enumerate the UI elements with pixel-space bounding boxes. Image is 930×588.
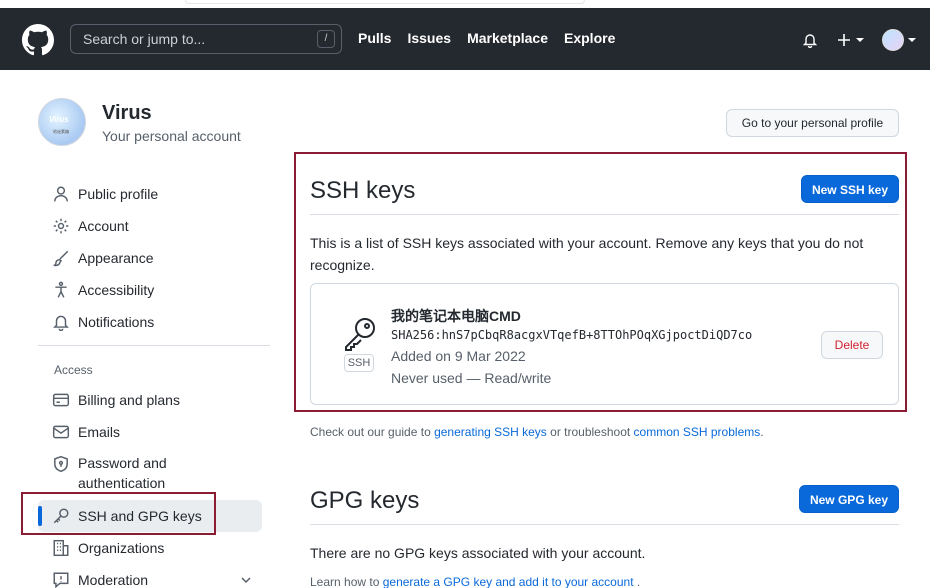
ssh-badge: SSH <box>344 354 374 372</box>
ssh-key-fingerprint: SHA256:hnS7pCbqR8acgxVTqefB+8TTOhPOqXGjp… <box>391 328 753 342</box>
new-ssh-key-button[interactable]: New SSH key <box>801 175 899 203</box>
ssh-key-usage: Never used — Read/write <box>391 370 552 386</box>
key-icon <box>345 318 375 351</box>
ssh-key-added-date: Added on 9 Mar 2022 <box>391 348 526 364</box>
bell-icon[interactable] <box>802 32 818 48</box>
sidebar-item-accessibility[interactable]: Accessibility <box>52 279 154 301</box>
search-shortcut-badge: / <box>317 30 335 48</box>
ssh-section-title: SSH keys <box>310 177 416 204</box>
header-actions <box>802 29 916 51</box>
ssh-key-card: SSH 我的笔记本电脑CMD SHA256:hnS7pCbqR8acgxVTqe… <box>310 283 899 405</box>
sidebar-item-label-line2: authentication <box>78 475 166 491</box>
header-nav: Pulls Issues Marketplace Explore <box>358 30 615 46</box>
sidebar-item-moderation[interactable]: Moderation <box>52 569 148 588</box>
new-gpg-key-button[interactable]: New GPG key <box>799 485 899 513</box>
gpg-empty-message: There are no GPG keys associated with yo… <box>310 545 646 561</box>
sidebar-item-appearance[interactable]: Appearance <box>52 247 154 269</box>
sidebar-item-emails[interactable]: Emails <box>52 421 120 443</box>
nav-marketplace[interactable]: Marketplace <box>467 30 548 46</box>
credit-card-icon <box>52 393 70 407</box>
sidebar-item-label: Notifications <box>78 314 155 330</box>
browser-top-strip <box>0 0 930 8</box>
sidebar-item-label: Public profile <box>78 186 159 202</box>
gpg-title-divider <box>310 524 899 525</box>
create-new-menu[interactable] <box>836 32 864 48</box>
paintbrush-icon <box>53 250 69 267</box>
delete-ssh-key-button[interactable]: Delete <box>821 331 883 359</box>
avatar <box>882 29 904 51</box>
accessibility-icon <box>55 281 67 298</box>
mail-icon <box>52 425 70 439</box>
sidebar-item-label-line1: Password and <box>78 455 167 471</box>
sidebar-item-label: Appearance <box>78 250 154 266</box>
annotation-highlight-sidebar <box>21 492 216 535</box>
sidebar-item-label: Organizations <box>78 540 165 556</box>
sidebar-item-label: Accessibility <box>78 282 155 298</box>
ssh-title-divider <box>310 214 899 215</box>
avatar-text: Virus <box>49 115 69 124</box>
ssh-description: This is a list of SSH keys associated wi… <box>310 235 864 273</box>
avatar-subtext: 地迷素编 <box>53 129 69 134</box>
guide-prefix: Check out our guide to <box>310 425 435 439</box>
nav-pulls[interactable]: Pulls <box>358 30 391 46</box>
github-logo-icon[interactable] <box>22 24 54 56</box>
sidebar-divider <box>38 345 270 346</box>
ssh-guide-text: Check out our guide to generating SSH ke… <box>310 425 764 439</box>
gpg-section-title: GPG keys <box>310 487 420 514</box>
sidebar-item-public-profile[interactable]: Public profile <box>52 183 158 205</box>
sidebar-item-account[interactable]: Account <box>52 215 129 237</box>
chevron-down-icon <box>908 38 916 42</box>
nav-issues[interactable]: Issues <box>407 30 451 46</box>
search-input[interactable]: Search or jump to... / <box>70 24 342 54</box>
sidebar-heading-access: Access <box>54 363 93 377</box>
chevron-down-icon <box>856 38 864 42</box>
chevron-down-icon[interactable] <box>240 574 252 586</box>
sidebar-item-label-multiline: Password and authentication <box>78 453 167 493</box>
organization-icon <box>53 539 69 557</box>
guide-middle: or troubleshoot <box>546 425 634 439</box>
sidebar-item-label: Emails <box>78 424 121 440</box>
sidebar-item-billing[interactable]: Billing and plans <box>52 389 180 411</box>
generate-gpg-key-link[interactable]: generate a GPG key and add it to your ac… <box>383 575 634 588</box>
global-header: Search or jump to... / Pulls Issues Mark… <box>0 8 930 70</box>
learn-prefix: Learn how to <box>310 575 383 588</box>
sidebar-item-label: Account <box>78 218 129 234</box>
sidebar-item-notifications[interactable]: Notifications <box>52 311 154 333</box>
nav-explore[interactable]: Explore <box>564 30 615 46</box>
user-menu[interactable] <box>882 29 916 51</box>
ssh-key-title: 我的笔记本电脑CMD <box>391 308 521 324</box>
profile-subtitle: Your personal account <box>102 128 241 144</box>
search-placeholder: Search or jump to... <box>83 31 206 47</box>
shield-lock-icon <box>54 455 68 473</box>
bell-icon <box>53 315 69 331</box>
gear-icon <box>53 218 69 234</box>
profile-name[interactable]: Virus <box>102 102 152 125</box>
sidebar-item-label: Moderation <box>78 572 149 588</box>
common-ssh-problems-link[interactable]: common SSH problems <box>634 425 761 439</box>
profile-avatar: Virus 地迷素编 <box>38 98 86 146</box>
sidebar-item-label: Billing and plans <box>78 392 180 408</box>
go-to-profile-button[interactable]: Go to your personal profile <box>726 109 899 137</box>
gpg-learn-text: Learn how to generate a GPG key and add … <box>310 575 640 588</box>
guide-suffix: . <box>760 425 764 439</box>
sidebar-item-organizations[interactable]: Organizations <box>52 537 164 559</box>
plus-icon <box>838 34 850 46</box>
report-icon <box>53 572 69 588</box>
person-icon <box>54 186 68 202</box>
generating-ssh-keys-link[interactable]: generating SSH keys <box>434 425 547 439</box>
browser-tab-edge <box>185 0 585 4</box>
learn-suffix: . <box>633 575 641 588</box>
sidebar-item-password-authentication[interactable]: Password and authentication <box>52 453 167 495</box>
